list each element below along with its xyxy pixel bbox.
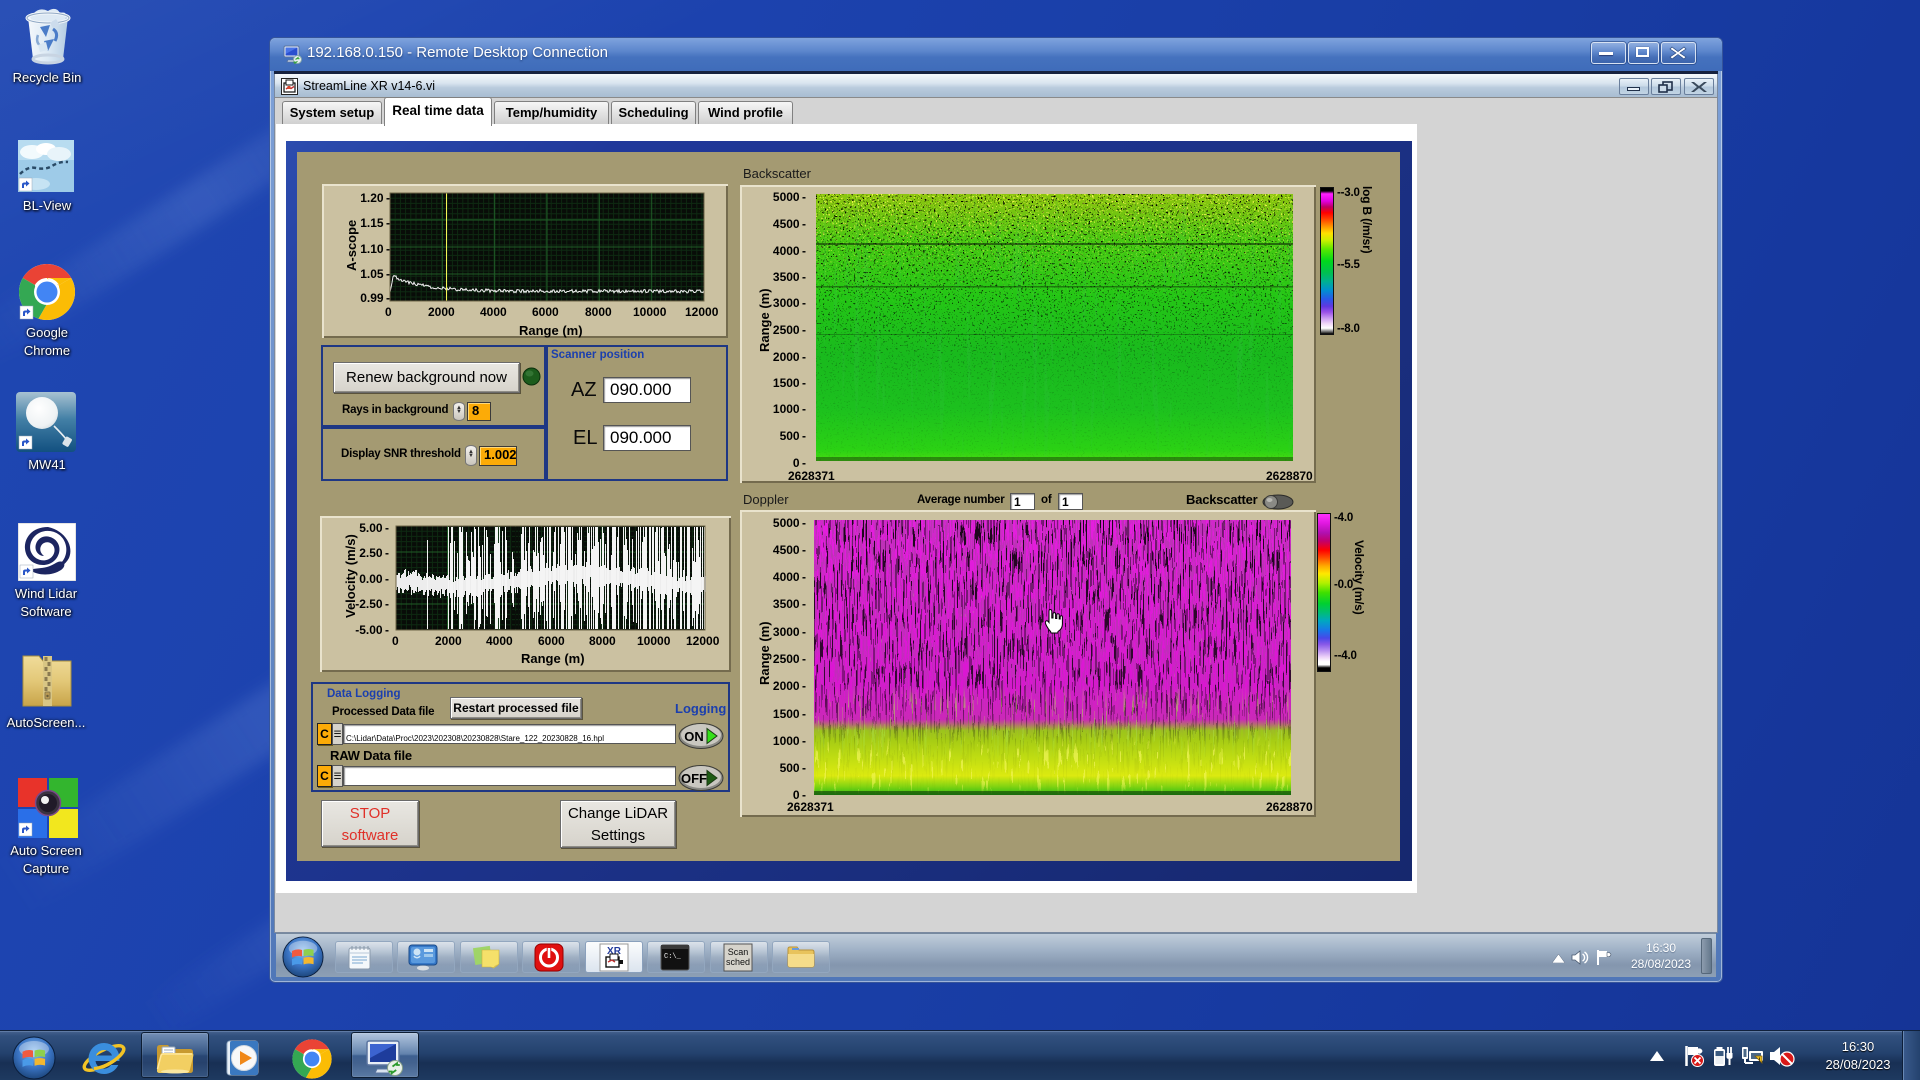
svg-text:Scan: Scan	[728, 947, 749, 957]
svg-text:OFF: OFF	[681, 771, 707, 786]
svg-text:sched: sched	[726, 957, 750, 967]
svg-text:!: !	[1759, 1058, 1761, 1064]
svg-text:C:\_: C:\_	[664, 953, 682, 961]
svg-text:ON: ON	[684, 729, 704, 744]
